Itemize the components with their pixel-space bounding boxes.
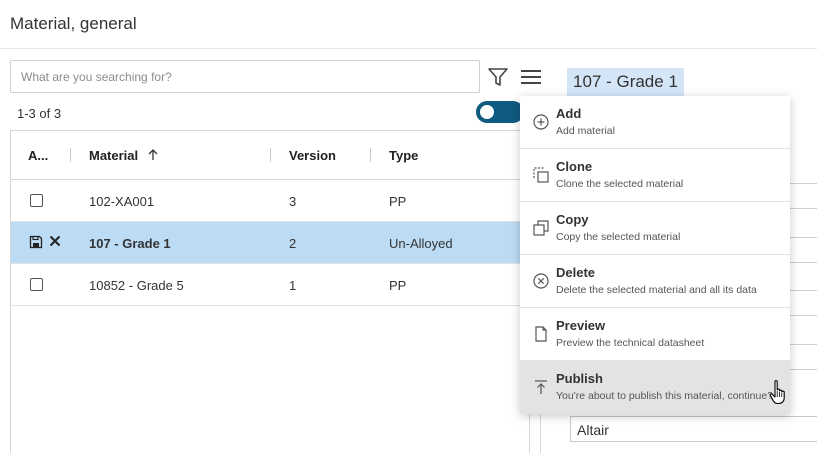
material-cell: 10852 - Grade 5: [89, 278, 184, 293]
copy-icon: [533, 220, 549, 236]
results-count: 1-3 of 3: [17, 106, 62, 121]
search-input[interactable]: [10, 60, 480, 93]
menu-item-description: Delete the selected material and all its…: [556, 284, 757, 296]
view-toggle[interactable]: [476, 101, 524, 123]
column-header-actions[interactable]: A...: [28, 131, 48, 179]
menu-item-label: Copy: [556, 212, 589, 227]
type-cell: PP: [389, 278, 407, 293]
materials-table: A... Material Version Type 102-XA001 3 P…: [10, 130, 530, 453]
row-checkbox[interactable]: [30, 194, 43, 207]
menu-item-label: Delete: [556, 265, 596, 280]
save-icon[interactable]: [29, 235, 43, 249]
close-icon[interactable]: [49, 235, 61, 247]
plus-circle-icon: [533, 114, 549, 130]
menu-item-publish[interactable]: Publish You're about to publish this mat…: [520, 361, 790, 414]
material-cell: 102-XA001: [89, 194, 155, 209]
menu-item-label: Preview: [556, 318, 606, 333]
clone-icon: [533, 167, 549, 183]
menu-item-delete[interactable]: Delete Delete the selected material and …: [520, 255, 790, 308]
hamburger-menu-icon[interactable]: [519, 66, 543, 88]
table-header: A... Material Version Type: [11, 131, 529, 180]
detail-field-value[interactable]: Altair: [570, 416, 817, 442]
actions-menu: Add Add material Clone Clone the selecte…: [520, 96, 790, 414]
column-header-type[interactable]: Type: [389, 131, 418, 179]
menu-item-description: Clone the selected material: [556, 178, 684, 190]
menu-item-description: You're about to publish this material, c…: [556, 390, 774, 402]
menu-item-description: Copy the selected material: [556, 231, 681, 243]
version-cell: 1: [289, 278, 297, 293]
table-row[interactable]: 10852 - Grade 5 1 PP: [11, 264, 529, 306]
document-icon: [535, 326, 547, 342]
table-row-selected[interactable]: 107 - Grade 1 2 Un-Alloyed: [11, 222, 529, 264]
column-separator[interactable]: [270, 148, 271, 162]
column-header-version[interactable]: Version: [289, 131, 336, 179]
sort-ascending-icon: [148, 149, 158, 160]
material-cell: 107 - Grade 1: [89, 236, 171, 251]
x-circle-icon: [533, 273, 549, 289]
type-cell: Un-Alloyed: [389, 236, 453, 251]
menu-item-label: Publish: [556, 371, 603, 386]
menu-item-preview[interactable]: Preview Preview the technical datasheet: [520, 308, 790, 361]
publish-icon: [535, 380, 547, 394]
version-cell: 2: [289, 236, 297, 251]
menu-item-label: Clone: [556, 159, 593, 174]
menu-item-description: Preview the technical datasheet: [556, 337, 705, 349]
filter-icon[interactable]: [487, 66, 509, 88]
table-row[interactable]: 102-XA001 3 PP: [11, 180, 529, 222]
menu-item-copy[interactable]: Copy Copy the selected material: [520, 202, 790, 255]
column-header-material[interactable]: Material: [89, 131, 159, 179]
divider: [0, 48, 817, 49]
column-separator[interactable]: [370, 148, 371, 162]
type-cell: PP: [389, 194, 407, 209]
detail-title: 107 - Grade 1: [567, 68, 684, 96]
menu-item-add[interactable]: Add Add material: [520, 96, 790, 149]
menu-item-clone[interactable]: Clone Clone the selected material: [520, 149, 790, 202]
row-checkbox[interactable]: [30, 278, 43, 291]
version-cell: 3: [289, 194, 297, 209]
menu-item-description: Add material: [556, 125, 615, 137]
menu-item-label: Add: [556, 106, 582, 121]
column-separator[interactable]: [70, 148, 71, 162]
column-header-label: Material: [89, 148, 139, 163]
page-title: Material, general: [10, 14, 137, 33]
hand-cursor-icon: [769, 380, 785, 405]
